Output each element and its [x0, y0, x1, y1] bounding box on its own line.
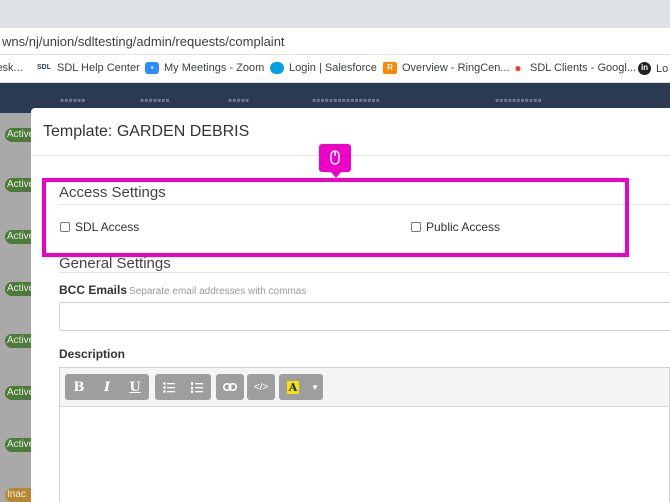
numbered-list-button[interactable]: [183, 374, 211, 400]
access-settings-highlight: [42, 178, 629, 257]
modal-title: Template: GARDEN DEBRIS: [43, 123, 250, 140]
browser-tab-strip: [0, 0, 670, 28]
bcc-emails-input[interactable]: [59, 302, 670, 331]
link-button[interactable]: [216, 374, 244, 400]
bullet-list-button[interactable]: [155, 374, 183, 400]
map-pin-icon: ●: [514, 61, 522, 75]
ringcentral-icon: R: [383, 62, 397, 74]
navbar-ghost-item: ▪▪▪▪▪▪▪▪▪▪▪: [495, 93, 542, 107]
color-dropdown-button[interactable]: ▼: [307, 374, 323, 400]
status-badge: Active: [5, 230, 33, 244]
bookmark-label: lesk...: [0, 62, 23, 74]
navbar-ghost-item: ▪▪▪▪▪▪▪▪▪▪▪▪▪▪▪▪: [312, 93, 381, 107]
bold-button[interactable]: B: [65, 374, 93, 400]
code-view-button[interactable]: </>: [247, 374, 275, 400]
navbar-ghost-item: ▪▪▪▪▪: [228, 93, 250, 107]
status-badge: Active: [5, 334, 33, 348]
linkedin-icon: in: [638, 62, 651, 75]
mouse-icon: [330, 150, 340, 165]
bookmark-sdl-help-center[interactable]: SDL SDL Help Center: [36, 62, 140, 74]
bookmark-zoom[interactable]: ▪ My Meetings - Zoom: [145, 62, 264, 74]
bookmark-label: SDL Clients - Googl...: [530, 62, 636, 74]
salesforce-icon: [270, 62, 284, 74]
bookmark-label: My Meetings - Zoom: [164, 62, 265, 74]
code-button-group: </>: [247, 374, 275, 400]
bookmark-label: Overview - RingCen...: [402, 62, 510, 74]
navbar-ghost-item: ▪▪▪▪▪▪▪: [140, 93, 170, 107]
status-badge: Active: [5, 282, 33, 296]
bcc-help-text: Separate email addresses with commas: [129, 286, 307, 297]
general-settings-legend: General Settings: [59, 255, 171, 272]
url-text[interactable]: wns/nj/union/sdltesting/admin/requests/c…: [2, 34, 285, 49]
caret-down-icon: ▼: [311, 382, 319, 392]
divider: [59, 272, 670, 273]
link-button-group: [216, 374, 244, 400]
address-bar[interactable]: wns/nj/union/sdltesting/admin/requests/c…: [0, 28, 670, 55]
bullet-list-icon: [163, 381, 175, 393]
navbar-ghost-item: ▪▪▪▪▪▪: [60, 93, 86, 107]
status-badge: Active: [5, 128, 33, 142]
bookmark-label: Login | Salesforce: [289, 62, 377, 74]
status-badge: Active: [5, 386, 33, 400]
link-icon: [223, 383, 237, 391]
status-badge: Inac: [5, 488, 33, 502]
highlight-color-button[interactable]: A: [279, 374, 307, 400]
underline-button[interactable]: U: [121, 374, 149, 400]
sdl-icon: SDL: [37, 64, 51, 71]
description-editor[interactable]: B I U </> A ▼: [59, 367, 670, 502]
status-badge: Active: [5, 178, 33, 192]
bookmark-salesforce[interactable]: Login | Salesforce: [270, 62, 377, 74]
highlight-icon: A: [287, 380, 299, 394]
bookmark-label: SDL Help Center: [57, 62, 140, 74]
color-button-group: A ▼: [279, 374, 323, 400]
italic-button[interactable]: I: [93, 374, 121, 400]
bcc-label-text: BCC Emails: [59, 283, 128, 297]
bookmark-sdl-clients[interactable]: ● SDL Clients - Googl...: [511, 62, 636, 74]
format-button-group: B I U: [65, 374, 149, 400]
bookmark-item[interactable]: lesk...: [0, 62, 23, 74]
bookmark-label: Lo: [656, 62, 669, 75]
status-badge: Active: [5, 438, 33, 452]
bookmark-linkedin[interactable]: in Lo: [638, 62, 668, 75]
numbered-list-icon: [191, 381, 203, 393]
bookmarks-bar: lesk... SDL SDL Help Center ▪ My Meeting…: [0, 55, 670, 83]
editor-toolbar: B I U </> A ▼: [60, 368, 669, 407]
zoom-icon: ▪: [145, 62, 159, 74]
click-indicator: [319, 144, 351, 178]
list-button-group: [155, 374, 211, 400]
bookmark-ringcentral[interactable]: R Overview - RingCen...: [383, 62, 510, 74]
bcc-emails-label: BCC Emails Separate email addresses with …: [59, 283, 306, 297]
description-label: Description: [59, 347, 126, 361]
